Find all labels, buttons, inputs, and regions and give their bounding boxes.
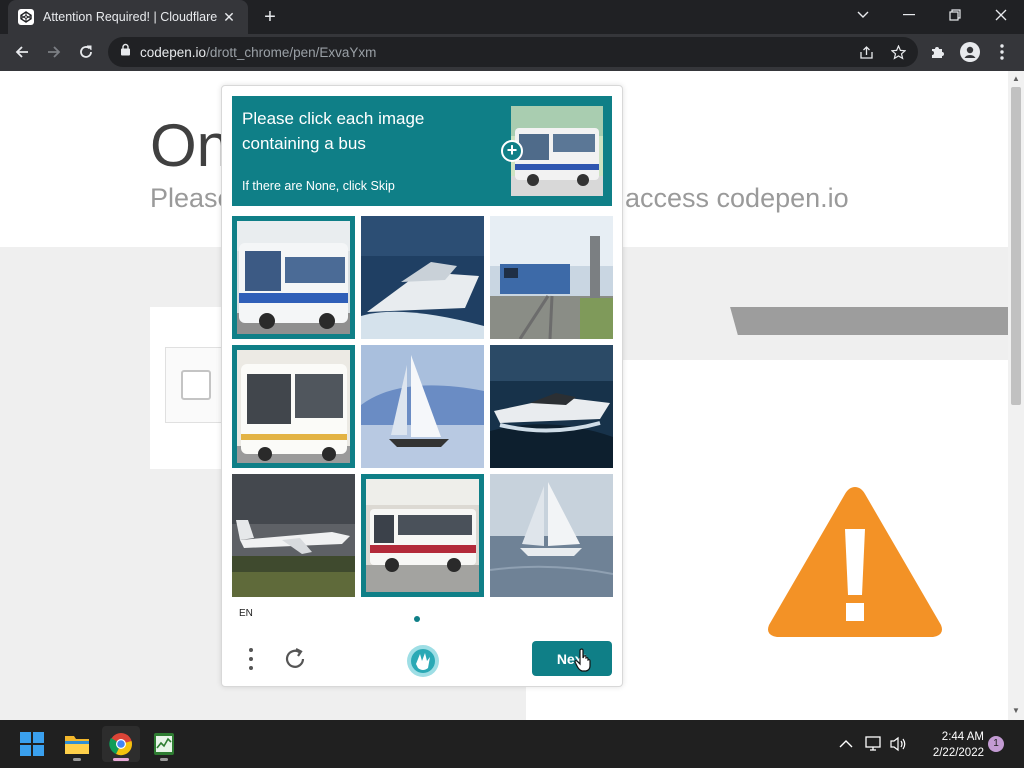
captcha-menu-icon[interactable]	[244, 646, 258, 672]
start-windows-icon[interactable]	[13, 726, 51, 762]
share-icon[interactable]	[858, 44, 874, 60]
image-tile-7[interactable]	[232, 474, 355, 597]
decorative-bar	[622, 307, 1008, 335]
image-tile-9[interactable]	[490, 474, 613, 597]
image-tile-8[interactable]	[361, 474, 484, 597]
page-subtitle-right: access codepen.io	[625, 183, 849, 213]
train-image	[490, 216, 613, 339]
windows-taskbar: 2:44 AM 2/22/2022	[0, 720, 1024, 768]
image-tile-6[interactable]	[490, 345, 613, 468]
chrome-active-indicator	[113, 758, 129, 761]
bus-image	[237, 221, 350, 334]
boat-image	[361, 216, 484, 339]
browser-toolbar: codepen.io/drott_chrome/pen/ExvaYxm	[0, 34, 1024, 71]
address-bar[interactable]: codepen.io/drott_chrome/pen/ExvaYxm	[108, 37, 918, 67]
volume-icon[interactable]	[888, 734, 908, 754]
clock-time: 2:44 AM	[941, 731, 984, 743]
image-grid	[232, 216, 613, 597]
codepen-favicon-icon	[18, 9, 34, 25]
image-tile-5[interactable]	[361, 345, 484, 468]
browser-tab[interactable]: Attention Required! | Cloudflare ✕	[8, 0, 248, 34]
chrome-taskbar-icon[interactable]	[102, 726, 140, 762]
bus-image	[237, 350, 350, 463]
reload-icon[interactable]	[72, 38, 100, 66]
url-text: codepen.io/drott_chrome/pen/ExvaYxm	[140, 44, 377, 60]
file-explorer-icon[interactable]	[58, 726, 96, 762]
bookmark-star-icon[interactable]	[890, 44, 906, 60]
close-window-icon[interactable]	[978, 0, 1024, 30]
new-tab-button[interactable]: +	[258, 6, 282, 28]
lock-icon[interactable]	[120, 43, 131, 61]
explorer-running-indicator	[73, 758, 81, 761]
hand-cursor-icon	[574, 648, 591, 672]
image-tile-2[interactable]	[361, 216, 484, 339]
page-title: On	[150, 112, 231, 179]
taskmgr-running-indicator	[160, 758, 168, 761]
restore-icon[interactable]	[932, 0, 978, 30]
hcaptcha-logo-icon[interactable]	[406, 644, 440, 678]
prompt-text: Please click each image containing a bus	[242, 109, 425, 153]
zoom-example-plus-icon[interactable]: +	[501, 140, 523, 162]
tab-search-icon[interactable]	[840, 0, 886, 30]
scroll-up-icon[interactable]: ▲	[1012, 75, 1020, 83]
tab-title: Attention Required! | Cloudflare	[43, 10, 218, 24]
scroll-down-icon[interactable]: ▼	[1012, 707, 1020, 715]
image-tile-4[interactable]	[232, 345, 355, 468]
sailboat-image	[361, 345, 484, 468]
clock-date: 2/22/2022	[932, 747, 984, 759]
system-clock[interactable]: 2:44 AM 2/22/2022	[912, 729, 984, 761]
language-selector[interactable]: EN	[239, 608, 253, 619]
page-scrollbar[interactable]: ▲ ▼	[1008, 71, 1024, 720]
speedboat-image	[490, 345, 613, 468]
notification-badge[interactable]: 1	[988, 736, 1004, 752]
minimize-icon[interactable]	[886, 0, 932, 30]
tray-overflow-chevron-icon[interactable]	[836, 734, 856, 754]
captcha-checkbox[interactable]	[181, 370, 211, 400]
tab-close-icon[interactable]: ✕	[220, 9, 238, 26]
task-manager-icon[interactable]	[145, 726, 183, 762]
sailboat-image	[490, 474, 613, 597]
captcha-prompt: Please click each image containing a bus…	[232, 96, 612, 206]
prompt-subtext: If there are None, click Skip	[242, 179, 395, 193]
browser-titlebar: Attention Required! | Cloudflare ✕ +	[0, 0, 1024, 34]
browser-menu-icon[interactable]	[988, 38, 1016, 66]
image-tile-1[interactable]	[232, 216, 355, 339]
bus-image	[366, 479, 479, 592]
back-arrow-icon[interactable]	[8, 38, 36, 66]
next-button[interactable]: Next	[532, 641, 612, 676]
captcha-refresh-icon[interactable]	[282, 646, 308, 672]
example-bus-image	[511, 106, 603, 196]
forward-arrow-icon[interactable]	[40, 38, 68, 66]
image-tile-3[interactable]	[490, 216, 613, 339]
page-indicator-dot	[414, 616, 420, 622]
extensions-puzzle-icon[interactable]	[924, 38, 952, 66]
airplane-image	[232, 474, 355, 597]
network-icon[interactable]	[864, 734, 884, 754]
warning-triangle-icon	[768, 487, 942, 637]
captcha-challenge: Please click each image containing a bus…	[221, 85, 623, 687]
profile-avatar-icon[interactable]	[956, 38, 984, 66]
scroll-thumb[interactable]	[1011, 87, 1021, 405]
